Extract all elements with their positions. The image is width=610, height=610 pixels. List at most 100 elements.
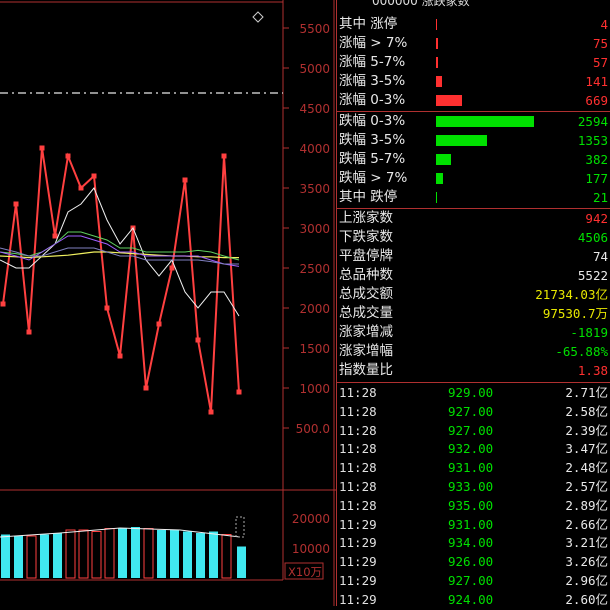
tick-time: 11:28 bbox=[339, 441, 377, 457]
price-axis-tick: 3000 bbox=[299, 222, 330, 236]
stat-row[interactable]: 跌幅 > 7% 177 bbox=[336, 169, 610, 188]
summary-row[interactable]: 指数量比 1.38 bbox=[336, 361, 610, 380]
volume-bar bbox=[143, 528, 154, 579]
tick-price: 924.00 bbox=[448, 591, 494, 607]
stat-row[interactable]: 跌幅 0-3% 2594 bbox=[336, 112, 610, 131]
summary-label: 总成交量 bbox=[339, 305, 393, 321]
stat-row[interactable]: 其中 跌停 21 bbox=[336, 188, 610, 207]
tick-row[interactable]: 11:29 926.00 3.26亿 bbox=[336, 553, 610, 572]
price-point bbox=[39, 145, 45, 151]
price-line-series bbox=[2, 147, 240, 413]
price-point bbox=[221, 153, 227, 159]
tick-price: 934.00 bbox=[448, 535, 494, 551]
summary-label: 涨家增减 bbox=[339, 324, 393, 340]
stat-label: 其中 跌停 bbox=[339, 189, 398, 205]
volume-bar bbox=[104, 528, 115, 579]
price-point bbox=[52, 233, 58, 239]
stat-row[interactable]: 涨幅 0-3% 669 bbox=[336, 91, 610, 110]
tick-row[interactable]: 11:28 929.00 2.71亿 bbox=[336, 384, 610, 403]
volume-bar bbox=[26, 535, 37, 579]
tick-row[interactable]: 11:28 927.00 2.58亿 bbox=[336, 403, 610, 422]
summary-value: -65.88% bbox=[555, 344, 608, 359]
volume-bar bbox=[1, 534, 10, 578]
average-line-yellow bbox=[0, 251, 239, 259]
price-point bbox=[104, 305, 110, 311]
tick-row[interactable]: 11:29 931.00 2.66亿 bbox=[336, 516, 610, 535]
price-point bbox=[236, 389, 242, 395]
tick-volume: 3.26亿 bbox=[565, 554, 608, 570]
price-axis-tick: 2500 bbox=[299, 262, 330, 276]
summary-label: 上涨家数 bbox=[339, 210, 393, 226]
volume-bar bbox=[221, 534, 232, 579]
volume-bar bbox=[209, 531, 218, 578]
tick-time: 11:28 bbox=[339, 497, 377, 513]
tick-volume: 2.39亿 bbox=[565, 422, 608, 438]
summary-label: 平盘停牌 bbox=[339, 248, 393, 264]
volume-bar bbox=[91, 531, 102, 579]
stat-value: 141 bbox=[585, 74, 608, 89]
summary-value: 942 bbox=[585, 211, 608, 226]
stat-row[interactable]: 跌幅 3-5% 1353 bbox=[336, 131, 610, 150]
summary-row[interactable]: 总品种数 5522 bbox=[336, 266, 610, 285]
summary-label: 指数量比 bbox=[339, 362, 393, 378]
price-point bbox=[143, 385, 149, 391]
volume-bar bbox=[53, 533, 62, 578]
summary-row[interactable]: 下跌家数 4506 bbox=[336, 228, 610, 247]
tick-volume: 2.48亿 bbox=[565, 460, 608, 476]
stat-row[interactable]: 涨幅 3-5% 141 bbox=[336, 72, 610, 91]
price-chart-area[interactable]: 5500 5000 4500 4000 3500 3000 2500 2000 1500 1000… bbox=[0, 0, 336, 606]
stat-value: 382 bbox=[585, 152, 608, 167]
summary-row[interactable]: 总成交额 21734.03亿 bbox=[336, 285, 610, 304]
volume-axis-tick: 20000 bbox=[292, 512, 330, 526]
summary-row[interactable]: 上涨家数 942 bbox=[336, 209, 610, 228]
tick-volume: 2.57亿 bbox=[565, 479, 608, 494]
price-point bbox=[182, 177, 188, 183]
price-point bbox=[117, 353, 123, 359]
price-axis-tick: 5500 bbox=[299, 22, 330, 36]
tick-row[interactable]: 11:29 924.00 2.60亿 bbox=[336, 591, 610, 610]
tick-time: 11:29 bbox=[339, 591, 377, 607]
summary-row[interactable]: 涨家增幅 -65.88% bbox=[336, 342, 610, 361]
summary-value: 4506 bbox=[577, 230, 608, 245]
ticks-separator bbox=[336, 382, 610, 383]
summary-label: 下跌家数 bbox=[339, 229, 393, 245]
volume-bar bbox=[65, 529, 76, 579]
tick-row[interactable]: 11:28 932.00 3.47亿 bbox=[336, 440, 610, 459]
stat-row[interactable]: 涨幅 5-7% 57 bbox=[336, 53, 610, 72]
tick-row[interactable]: 11:29 934.00 3.21亿 bbox=[336, 534, 610, 553]
volume-bar bbox=[131, 527, 140, 578]
summary-value: 97530.7万 bbox=[542, 306, 608, 321]
tick-volume: 2.71亿 bbox=[565, 385, 608, 400]
tick-time: 11:29 bbox=[339, 535, 377, 551]
summary-value: 5522 bbox=[577, 268, 608, 283]
stat-row[interactable]: 涨幅 > 7% 75 bbox=[336, 34, 610, 53]
stat-row[interactable]: 其中 涨停 4 bbox=[336, 15, 610, 34]
stat-bar bbox=[436, 38, 438, 49]
tick-volume: 3.21亿 bbox=[565, 535, 608, 551]
price-point bbox=[13, 201, 19, 207]
summary-value: 74 bbox=[592, 249, 608, 264]
stat-row[interactable]: 跌幅 5-7% 382 bbox=[336, 150, 610, 169]
price-axis-tick: 4000 bbox=[299, 142, 330, 156]
price-point bbox=[208, 409, 214, 415]
stat-bar bbox=[436, 116, 534, 127]
summary-row[interactable]: 总成交量 97530.7万 bbox=[336, 304, 610, 323]
summary-row[interactable]: 涨家增减 -1819 bbox=[336, 323, 610, 342]
price-axis-tick: 500.0 bbox=[296, 422, 330, 436]
tick-time: 11:29 bbox=[339, 516, 377, 532]
tick-row[interactable]: 11:28 933.00 2.57亿 bbox=[336, 478, 610, 497]
price-point bbox=[169, 265, 175, 271]
tick-row[interactable]: 11:28 927.00 2.39亿 bbox=[336, 422, 610, 441]
stat-bar bbox=[436, 154, 451, 165]
chart-canvas[interactable]: 5500 5000 4500 4000 3500 3000 2500 2000 1500 1000… bbox=[0, 0, 336, 606]
tick-row[interactable]: 11:28 931.00 2.48亿 bbox=[336, 459, 610, 478]
stat-value: 2594 bbox=[577, 114, 608, 129]
volume-bar bbox=[40, 534, 49, 578]
summary-row[interactable]: 平盘停牌 74 bbox=[336, 247, 610, 266]
tick-row[interactable]: 11:28 935.00 2.89亿 bbox=[336, 497, 610, 516]
tick-row[interactable]: 11:29 927.00 2.96亿 bbox=[336, 572, 610, 591]
volume-bar bbox=[78, 529, 89, 579]
summary-label: 总品种数 bbox=[339, 267, 393, 283]
price-axis-tick: 5000 bbox=[299, 62, 330, 76]
stat-value: 1353 bbox=[577, 133, 608, 148]
